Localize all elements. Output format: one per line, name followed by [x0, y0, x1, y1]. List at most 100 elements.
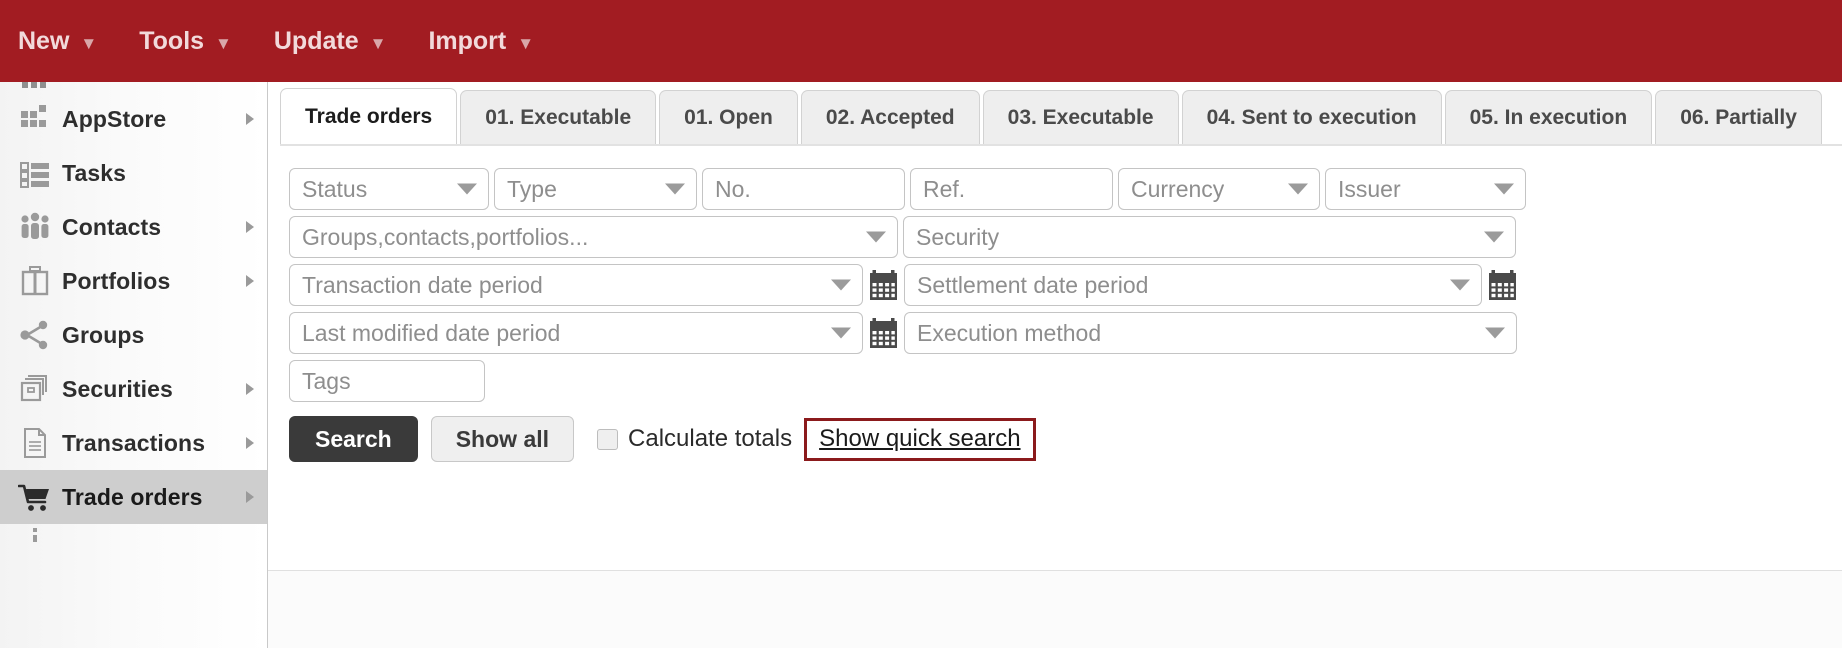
grid-icon [22, 82, 46, 88]
sidebar-item-securities[interactable]: Securities [0, 362, 267, 416]
search-row-3: Transaction date period Settlement date … [289, 264, 1842, 306]
sidebar-item-contacts-label: Contacts [62, 213, 162, 240]
tab-01-executable-label: 01. Executable [485, 105, 632, 129]
sidebar-item-appstore-label: AppStore [62, 105, 167, 132]
tab-trade-orders[interactable]: Trade orders [280, 88, 458, 144]
tab-strip: Trade orders 01. Executable 01. Open 02.… [280, 82, 1842, 146]
sidebar-item-tasks[interactable]: Tasks [0, 146, 267, 200]
groups-contacts-portfolios-placeholder: Groups,contacts,portfolios... [302, 223, 589, 250]
top-menu-bar: New ▼ Tools ▼ Update ▼ Import ▼ [0, 0, 1842, 82]
tab-03-executable[interactable]: 03. Executable [982, 90, 1179, 144]
status-select[interactable]: Status [289, 168, 489, 210]
info-icon [8, 526, 62, 542]
show-all-button[interactable]: Show all [430, 416, 575, 462]
sidebar-item-portfolios[interactable]: Portfolios [0, 254, 267, 308]
calculate-totals-label: Calculate totals [628, 425, 793, 452]
chevron-down-icon [1494, 183, 1514, 195]
sidebar-item-securities-label: Securities [62, 375, 173, 402]
ref-input-placeholder: Ref. [923, 175, 966, 202]
show-quick-search-highlight[interactable]: Show quick search [804, 417, 1036, 461]
ref-input[interactable]: Ref. [910, 168, 1113, 210]
status-select-placeholder: Status [302, 175, 368, 202]
top-menu-tools[interactable]: Tools ▼ [139, 27, 232, 56]
top-menu-update-label: Update [273, 26, 359, 55]
chevron-down-icon [866, 231, 886, 243]
tab-05-in-execution-label: 05. In execution [1469, 105, 1628, 129]
type-select[interactable]: Type [494, 168, 697, 210]
tab-06-partially[interactable]: 06. Partially [1655, 90, 1822, 144]
sidebar-item-transactions[interactable]: Transactions [0, 416, 267, 470]
groups-contacts-portfolios-select[interactable]: Groups,contacts,portfolios... [289, 216, 898, 258]
chevron-down-icon [1450, 279, 1470, 291]
search-panel: Status Type No. Ref. Currency Issuer Gro… [268, 144, 1842, 462]
tab-02-accepted[interactable]: 02. Accepted [800, 90, 980, 144]
security-select[interactable]: Security [903, 216, 1516, 258]
last-modified-date-period-placeholder: Last modified date period [302, 319, 561, 346]
tab-04-sent-to-execution[interactable]: 04. Sent to execution [1181, 90, 1442, 144]
chevron-down-icon [1485, 327, 1505, 339]
tab-02-accepted-label: 02. Accepted [825, 105, 955, 129]
sidebar-item-contacts[interactable]: Contacts [0, 200, 267, 254]
issuer-select[interactable]: Issuer [1325, 168, 1526, 210]
chevron-down-icon: ▼ [215, 33, 232, 53]
currency-select-placeholder: Currency [1131, 175, 1225, 202]
boxes-stack-icon [8, 373, 62, 405]
tab-01-executable[interactable]: 01. Executable [460, 90, 657, 144]
issuer-select-placeholder: Issuer [1338, 175, 1401, 202]
tab-trade-orders-label: Trade orders [305, 104, 433, 128]
execution-method-select[interactable]: Execution method [904, 312, 1517, 354]
appstore-grid-icon [8, 103, 62, 135]
calendar-icon-settlement-date[interactable] [1488, 269, 1517, 301]
tab-01-open[interactable]: 01. Open [659, 90, 798, 144]
chevron-down-icon [665, 183, 685, 195]
tab-05-in-execution[interactable]: 05. In execution [1444, 90, 1653, 144]
chevron-down-icon: ▼ [80, 33, 98, 53]
chevron-down-icon [831, 279, 851, 291]
tags-input-placeholder: Tags [302, 367, 351, 394]
sidebar-item-tasks-label: Tasks [62, 159, 127, 186]
top-menu-tools-label: Tools [139, 26, 205, 55]
top-menu-new-label: New [18, 26, 70, 55]
top-menu-new[interactable]: New ▼ [18, 27, 97, 56]
top-menu-update[interactable]: Update ▼ [274, 27, 387, 56]
calculate-totals-toggle[interactable]: Calculate totals [597, 425, 792, 453]
chevron-right-icon [246, 383, 254, 395]
currency-select[interactable]: Currency [1118, 168, 1320, 210]
last-modified-date-period-select[interactable]: Last modified date period [289, 312, 863, 354]
settlement-date-period-select[interactable]: Settlement date period [904, 264, 1482, 306]
security-select-placeholder: Security [916, 223, 1000, 250]
search-row-2: Groups,contacts,portfolios... Security [289, 216, 1842, 258]
execution-method-placeholder: Execution method [917, 319, 1102, 346]
sidebar-item-trade-orders-label: Trade orders [62, 483, 203, 510]
contacts-people-icon [8, 211, 62, 243]
tags-input[interactable]: Tags [289, 360, 485, 402]
sidebar-item-trade-orders[interactable]: Trade orders [0, 470, 267, 524]
tab-03-executable-label: 03. Executable [1007, 105, 1154, 129]
calculate-totals-checkbox[interactable] [597, 428, 619, 450]
chevron-down-icon: ▼ [517, 33, 535, 53]
search-button[interactable]: Search [289, 416, 418, 462]
sidebar-item-clipped-bottom[interactable] [0, 524, 267, 544]
tab-04-sent-to-execution-label: 04. Sent to execution [1206, 105, 1417, 129]
briefcase-icon [8, 265, 62, 297]
chevron-right-icon [246, 113, 254, 125]
calendar-icon-last-modified-date[interactable] [869, 317, 898, 349]
top-menu-import[interactable]: Import ▼ [428, 27, 534, 56]
shopping-cart-icon [8, 481, 62, 513]
sidebar-item-groups[interactable]: Groups [0, 308, 267, 362]
sidebar-item-portfolios-label: Portfolios [62, 267, 171, 294]
search-row-4: Last modified date period Execution meth… [289, 312, 1842, 354]
transaction-date-period-select[interactable]: Transaction date period [289, 264, 863, 306]
type-select-placeholder: Type [507, 175, 557, 202]
search-actions: Search Show all Calculate totals Show qu… [289, 416, 1842, 462]
show-quick-search-link[interactable]: Show quick search [819, 425, 1020, 453]
sidebar-item-transactions-label: Transactions [62, 429, 206, 456]
calendar-icon-transaction-date[interactable] [869, 269, 898, 301]
no-input-placeholder: No. [715, 175, 751, 202]
sidebar-item-appstore[interactable]: AppStore [0, 92, 267, 146]
main-content: Trade orders 01. Executable 01. Open 02.… [268, 82, 1842, 648]
no-input[interactable]: No. [702, 168, 905, 210]
chevron-right-icon [246, 221, 254, 233]
document-lines-icon [8, 427, 62, 459]
search-row-5: Tags [289, 360, 1842, 402]
